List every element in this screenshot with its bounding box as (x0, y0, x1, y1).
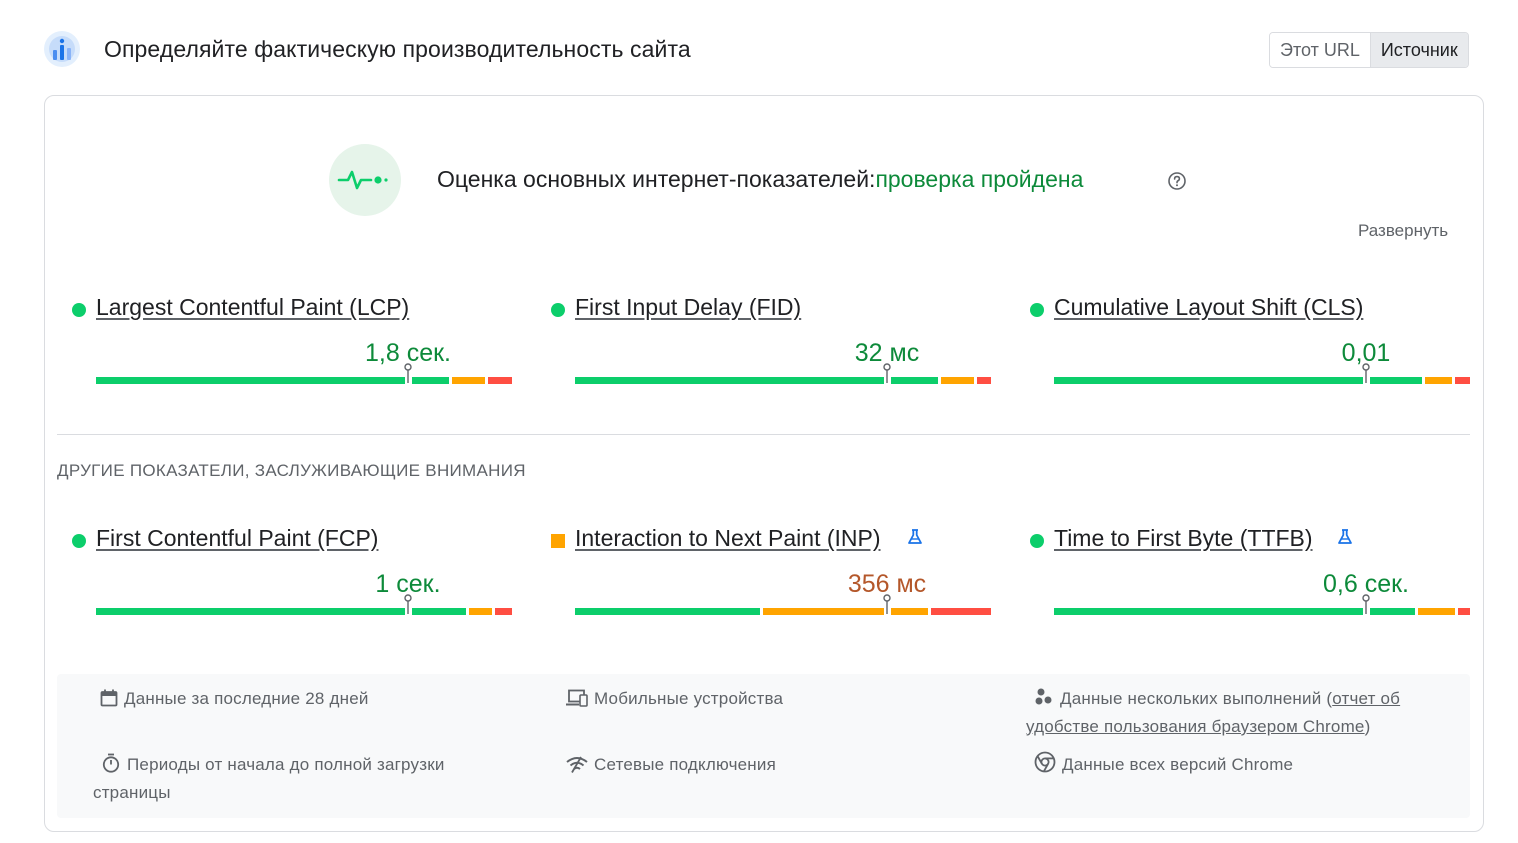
metric-fid: First Input Delay (FID) 32 мс (551, 293, 991, 403)
metric-lcp: Largest Contentful Paint (LCP) 1,8 сек. (72, 293, 512, 403)
good-status-icon (72, 303, 86, 317)
devices-icon (566, 689, 588, 707)
origin-button[interactable]: Источник (1369, 33, 1468, 67)
percentile-pin-icon (404, 363, 412, 383)
page-title: Определяйте фактическую производительнос… (104, 36, 691, 62)
pagespeed-logo-icon (44, 31, 80, 67)
info-runs-suffix: ) (1364, 717, 1371, 736)
other-metrics-heading: ДРУГИЕ ПОКАЗАТЕЛИ, ЗАСЛУЖИВАЮЩИЕ ВНИМАНИ… (57, 461, 526, 480)
distribution-bar (1054, 594, 1470, 615)
distribution-bar (575, 594, 991, 615)
percentile-pin-icon (1362, 594, 1370, 614)
timer-icon (102, 753, 120, 773)
info-period: Данные за последние 28 дней (100, 685, 520, 713)
info-devices-text: Мобильные устройства (594, 689, 784, 708)
section-divider (57, 434, 1470, 435)
distribution-bar (575, 363, 991, 384)
percentile-pin-icon (404, 594, 412, 614)
percentile-pin-icon (1362, 363, 1370, 383)
metric-inp: Interaction to Next Paint (INP) 356 мс (551, 524, 991, 634)
assessment-status: проверка пройдена (875, 166, 1084, 192)
info-network-text: Сетевые подключения (594, 755, 776, 774)
info-network: Сетевые подключения (566, 751, 986, 779)
scope-toggle: Этот URL Источник (1269, 32, 1469, 68)
info-period-text: Данные за последние 28 дней (124, 689, 369, 708)
info-chrome: Данные всех версий Chrome (1026, 751, 1456, 779)
calendar-icon (100, 689, 118, 707)
info-runs: Данные нескольких выполнений (отчет об у… (1026, 685, 1456, 741)
metric-name-link[interactable]: Interaction to Next Paint (INP) (575, 525, 881, 552)
pulse-icon (329, 144, 401, 216)
info-load-text: Периоды от начала до полной загрузки стр… (93, 755, 445, 802)
metric-fcp: First Contentful Paint (FCP) 1 сек. (72, 524, 512, 634)
metric-name-link[interactable]: First Contentful Paint (FCP) (96, 525, 378, 552)
metric-cls: Cumulative Layout Shift (CLS) 0,01 (1030, 293, 1470, 403)
distribution-bar (96, 594, 512, 615)
multiple-runs-icon (1035, 688, 1052, 705)
this-url-button[interactable]: Этот URL (1270, 33, 1370, 67)
network-icon (566, 756, 588, 773)
metric-name-link[interactable]: Largest Contentful Paint (LCP) (96, 294, 409, 321)
info-devices: Мобильные устройства (566, 685, 986, 713)
percentile-pin-icon (883, 363, 891, 383)
good-status-icon (72, 534, 86, 548)
good-status-icon (1030, 303, 1044, 317)
distribution-bar (1054, 363, 1470, 384)
distribution-bar (96, 363, 512, 384)
info-runs-prefix: Данные нескольких выполнений ( (1060, 689, 1333, 708)
good-status-icon (551, 303, 565, 317)
metric-name-link[interactable]: Cumulative Layout Shift (CLS) (1054, 294, 1363, 321)
assessment-label: Оценка основных интернет-показателей: (437, 166, 876, 192)
lab-flask-icon (1338, 529, 1352, 544)
data-info-panel: Данные за последние 28 дней Мобильные ус… (57, 674, 1470, 818)
metric-ttfb: Time to First Byte (TTFB) 0,6 сек. (1030, 524, 1470, 634)
chrome-icon (1034, 751, 1056, 773)
info-chrome-text: Данные всех версий Chrome (1062, 755, 1294, 774)
good-status-icon (1030, 534, 1044, 548)
info-load: Периоды от начала до полной загрузки стр… (93, 751, 513, 807)
average-status-icon (551, 534, 565, 548)
metric-name-link[interactable]: First Input Delay (FID) (575, 294, 801, 321)
help-icon[interactable] (1167, 171, 1187, 191)
expand-button[interactable]: Развернуть (1358, 221, 1448, 241)
assessment-heading: Оценка основных интернет-показателей:про… (437, 166, 1083, 193)
percentile-pin-icon (883, 594, 891, 614)
metric-name-link[interactable]: Time to First Byte (TTFB) (1054, 525, 1313, 552)
lab-flask-icon (908, 529, 922, 544)
